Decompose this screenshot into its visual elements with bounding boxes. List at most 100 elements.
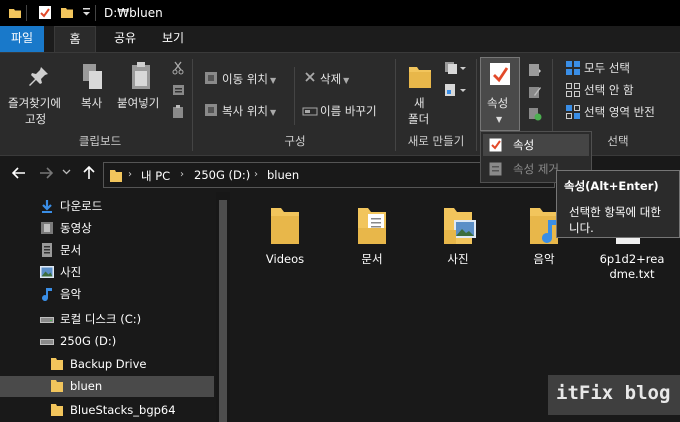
select-all-button[interactable]: 모두 선택 bbox=[584, 60, 630, 76]
quick-access-dropdown-icon[interactable] bbox=[82, 7, 91, 17]
file-item-label: 사진 bbox=[447, 252, 469, 266]
tooltip-line-1: 선택한 항목에 대한 bbox=[569, 205, 661, 219]
paste-shortcut-icon[interactable] bbox=[172, 105, 184, 119]
nav-item-label: 음악 bbox=[60, 287, 82, 301]
file-item-pictures[interactable]: 사진 bbox=[418, 206, 498, 267]
nav-item-label: bluen bbox=[70, 379, 103, 393]
watermark-text: itFix blog bbox=[556, 382, 671, 404]
folder-icon bbox=[50, 403, 64, 417]
delete-icon bbox=[304, 71, 316, 83]
remove-properties-icon bbox=[489, 162, 502, 176]
folder-icon bbox=[50, 379, 64, 393]
paste-button[interactable]: 붙여넣기 bbox=[117, 95, 159, 111]
delete-button[interactable]: 삭제 ▼ bbox=[320, 71, 349, 87]
nav-scrollbar-thumb[interactable] bbox=[219, 200, 227, 422]
nav-item-label: BlueStacks_bgp64 bbox=[70, 403, 176, 417]
nav-item-label: 로컬 디스크 (C:) bbox=[60, 312, 142, 326]
tooltip-description: 선택한 항목에 대한 니다. bbox=[569, 204, 661, 236]
new-folder-quick-icon[interactable] bbox=[60, 5, 74, 20]
move-to-label: 이동 위치 bbox=[222, 72, 268, 86]
open-icon[interactable] bbox=[528, 63, 542, 77]
watermark: itFix blog bbox=[548, 375, 680, 415]
tooltip-line-2: 니다. bbox=[569, 221, 594, 235]
new-folder-label-2: 폴더 bbox=[408, 112, 430, 126]
properties-quick-icon[interactable] bbox=[38, 5, 52, 20]
ribbon-tabs: 파일 홈 공유 보기 bbox=[0, 26, 680, 53]
copy-button[interactable]: 복사 bbox=[81, 95, 102, 111]
file-item-label-line-1: 6p1d2+rea bbox=[599, 252, 665, 266]
nav-item-label: Backup Drive bbox=[70, 357, 147, 371]
edit-icon[interactable] bbox=[528, 85, 542, 99]
recent-locations-chevron-icon[interactable] bbox=[62, 169, 71, 175]
pictures-folder-icon bbox=[442, 206, 498, 246]
paste-icon bbox=[130, 61, 152, 91]
cut-icon[interactable] bbox=[172, 61, 184, 75]
nav-item-label: 사진 bbox=[60, 265, 82, 279]
nav-item-label: 문서 bbox=[60, 243, 82, 257]
file-item-documents[interactable]: 문서 bbox=[332, 206, 412, 267]
breadcrumb-bluen[interactable]: bluen bbox=[267, 168, 299, 182]
properties-icon bbox=[489, 138, 502, 152]
easy-access-icon[interactable] bbox=[444, 83, 466, 97]
history-icon[interactable] bbox=[528, 107, 542, 121]
folder-icon bbox=[8, 6, 22, 20]
file-item-label: Videos bbox=[265, 252, 305, 266]
group-label-organize: 구성 bbox=[284, 134, 306, 148]
pin-icon bbox=[28, 65, 50, 89]
back-arrow-icon[interactable] bbox=[12, 167, 26, 179]
title-bar: D:₩bluen bbox=[0, 0, 680, 26]
breadcrumb-drive-d[interactable]: 250G (D:) bbox=[194, 168, 250, 182]
documents-folder-icon bbox=[356, 206, 412, 246]
new-item-icon[interactable] bbox=[444, 61, 466, 75]
pin-button[interactable]: 즐겨찾기에 bbox=[8, 95, 61, 111]
menu-item-label: 속성 bbox=[513, 138, 535, 152]
pin-button-label-2: 고정 bbox=[25, 112, 47, 126]
rename-icon bbox=[302, 105, 318, 117]
drive-icon bbox=[40, 312, 54, 326]
download-icon bbox=[40, 199, 54, 213]
file-item-label: 음악 bbox=[533, 252, 555, 266]
tab-home[interactable]: 홈 bbox=[54, 26, 96, 53]
up-arrow-icon[interactable] bbox=[83, 166, 95, 180]
file-item-videos[interactable]: Videos bbox=[245, 206, 325, 267]
document-icon bbox=[40, 243, 54, 257]
new-folder-icon bbox=[408, 63, 432, 89]
new-folder-button[interactable]: 새 bbox=[414, 95, 425, 111]
copy-path-icon[interactable] bbox=[172, 84, 185, 96]
copy-to-icon bbox=[204, 103, 218, 117]
folder-icon bbox=[269, 206, 325, 246]
properties-icon bbox=[489, 62, 511, 86]
group-label-select: 선택 bbox=[607, 134, 629, 148]
invert-selection-icon bbox=[566, 105, 580, 119]
tab-share[interactable]: 공유 bbox=[104, 26, 146, 52]
move-to-icon bbox=[204, 71, 218, 85]
group-label-new: 새로 만들기 bbox=[407, 134, 465, 148]
nav-item-label: 250G (D:) bbox=[60, 334, 117, 348]
drive-icon bbox=[40, 334, 54, 348]
menu-item-properties[interactable]: 속성 bbox=[483, 134, 589, 156]
music-note-icon bbox=[40, 287, 54, 301]
copy-icon bbox=[82, 63, 104, 91]
nav-item-label: 다운로드 bbox=[60, 199, 103, 213]
select-none-button[interactable]: 선택 안 함 bbox=[584, 82, 634, 98]
nav-selection-highlight bbox=[0, 376, 214, 397]
tooltip-title: 속성(Alt+Enter) bbox=[564, 179, 659, 193]
folder-icon bbox=[50, 357, 64, 371]
tab-file[interactable]: 파일 bbox=[0, 26, 44, 52]
forward-arrow-icon[interactable] bbox=[39, 167, 53, 179]
rename-button[interactable]: 이름 바꾸기 bbox=[320, 103, 377, 119]
copy-to-label: 복사 위치 bbox=[222, 104, 268, 118]
menu-item-label: 속성 제거 bbox=[513, 162, 559, 176]
file-item-label-line-2: dme.txt bbox=[609, 267, 655, 281]
copy-to-button[interactable]: 복사 위치 ▼ bbox=[222, 103, 276, 119]
properties-tooltip: 속성(Alt+Enter) 선택한 항목에 대한 니다. bbox=[556, 170, 680, 238]
delete-label: 삭제 bbox=[320, 72, 342, 86]
group-label-clipboard: 클립보드 bbox=[78, 134, 122, 148]
breadcrumb-my-pc[interactable]: 내 PC bbox=[141, 168, 170, 184]
tab-view[interactable]: 보기 bbox=[152, 26, 194, 52]
properties-dropdown-arrow[interactable]: ▼ bbox=[496, 115, 502, 124]
film-icon bbox=[40, 221, 54, 235]
invert-selection-button[interactable]: 선택 영역 반전 bbox=[584, 104, 655, 120]
folder-icon bbox=[109, 167, 123, 183]
move-to-button[interactable]: 이동 위치 ▼ bbox=[222, 71, 276, 87]
